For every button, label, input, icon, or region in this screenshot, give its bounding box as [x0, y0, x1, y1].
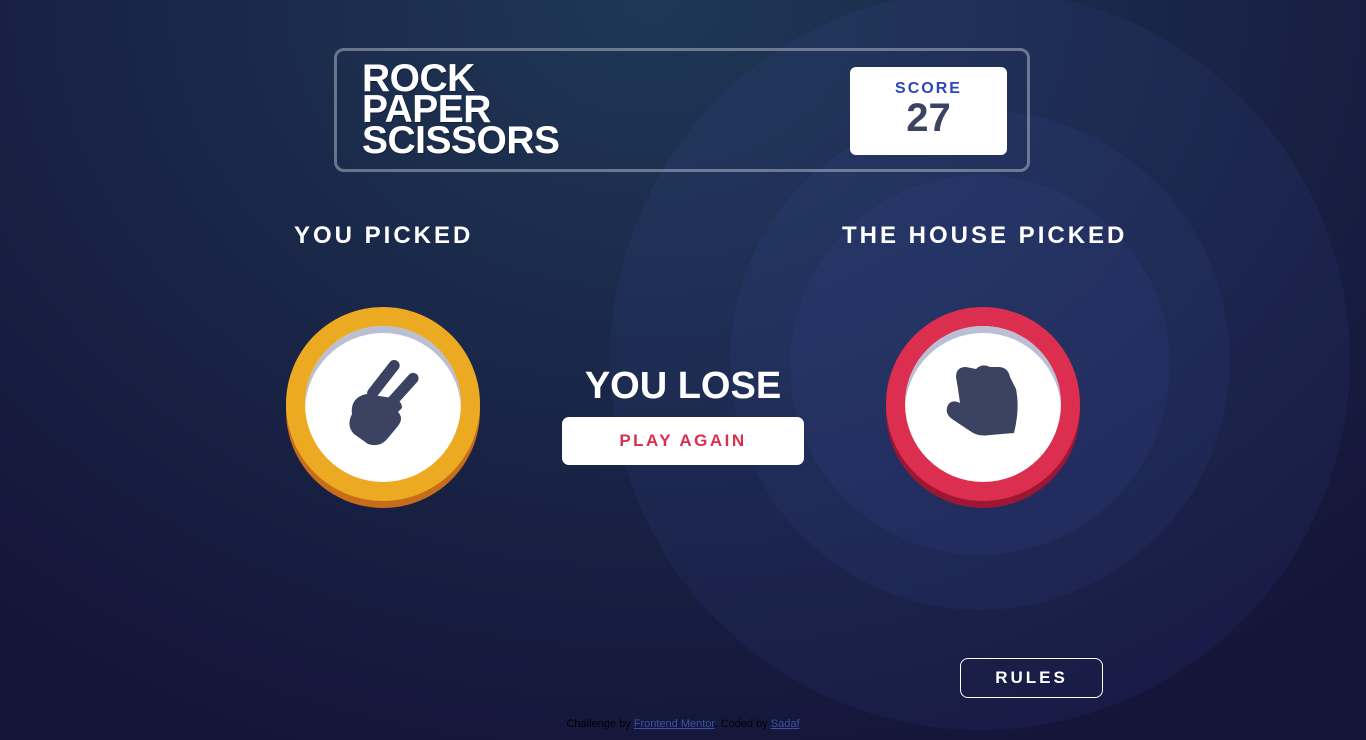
house-token-rock [886, 307, 1080, 501]
score-value: 27 [906, 96, 951, 140]
attribution-prefix: Challenge by [566, 718, 634, 730]
player-token-scissors [286, 307, 480, 501]
attribution-middle: . Coded by [714, 718, 771, 730]
house-token-face [905, 326, 1061, 482]
play-again-button[interactable]: PLAY AGAIN [562, 417, 804, 465]
header: ROCK PAPER SCISSORS SCORE 27 [334, 48, 1030, 172]
score-box: SCORE 27 [850, 67, 1007, 155]
game-logo: ROCK PAPER SCISSORS [362, 59, 560, 162]
result-text: YOU LOSE [584, 365, 782, 407]
logo-line-scissors: SCISSORS [362, 119, 560, 162]
frontend-mentor-link[interactable]: Frontend Mentor [634, 718, 715, 730]
house-pick-title: THE HOUSE PICKED [842, 222, 1128, 249]
author-link[interactable]: Sadaf [771, 718, 800, 730]
player-pick-title: YOU PICKED [294, 222, 474, 249]
player-token-face [305, 326, 461, 482]
rock-fist-icon [946, 365, 1018, 436]
rules-button[interactable]: RULES [960, 658, 1103, 698]
attribution: Challenge by Frontend Mentor. Coded by S… [0, 718, 1366, 730]
result-panel: YOU LOSE PLAY AGAIN [562, 364, 804, 465]
scissors-hand-icon [349, 360, 419, 446]
